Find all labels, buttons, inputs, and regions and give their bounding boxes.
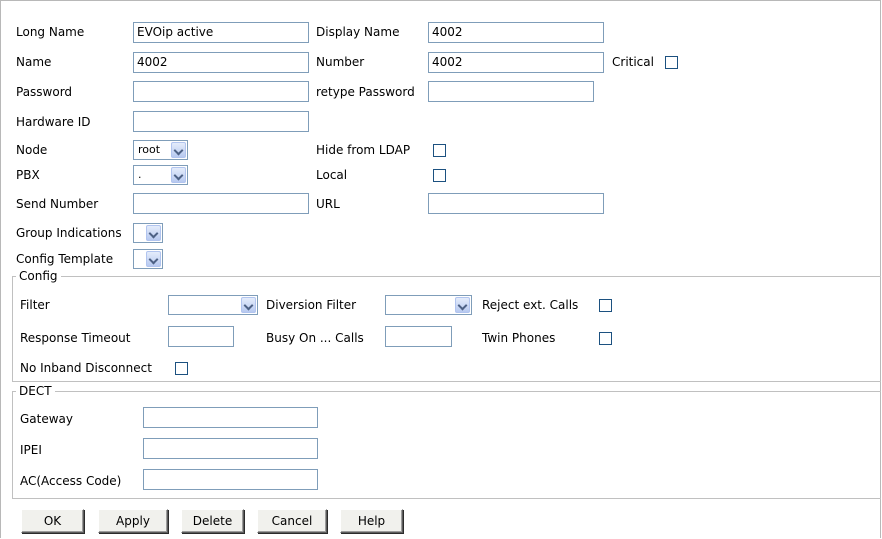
long-name-label: Long Name <box>16 25 85 39</box>
apply-button[interactable]: Apply <box>98 509 168 533</box>
url-input[interactable] <box>428 193 604 214</box>
response-timeout-label: Response Timeout <box>20 331 131 345</box>
chevron-down-icon[interactable] <box>171 167 186 183</box>
help-button[interactable]: Help <box>340 509 403 533</box>
url-label: URL <box>316 197 340 211</box>
pbx-label: PBX <box>16 168 40 182</box>
config-legend: Config <box>16 269 61 283</box>
filter-select[interactable] <box>168 295 258 315</box>
busy-on-calls-label: Busy On ... Calls <box>266 331 364 345</box>
chevron-down-icon[interactable] <box>171 142 186 158</box>
chevron-down-icon[interactable] <box>241 297 256 313</box>
user-properties-form: Long Name EVOip active Display Name 4002… <box>0 0 881 538</box>
gateway-input[interactable] <box>143 407 318 428</box>
password-label: Password <box>16 85 73 99</box>
reject-ext-calls-label: Reject ext. Calls <box>482 298 579 312</box>
critical-label: Critical <box>612 55 654 69</box>
ipei-input[interactable] <box>143 438 318 459</box>
diversion-filter-select[interactable] <box>385 295 472 315</box>
config-template-select[interactable] <box>133 249 163 269</box>
diversion-filter-label: Diversion Filter <box>266 298 357 312</box>
node-select-value: root <box>138 143 161 156</box>
chevron-down-icon[interactable] <box>146 225 161 241</box>
display-name-label: Display Name <box>316 25 400 39</box>
hardware-id-label: Hardware ID <box>16 115 91 129</box>
name-input[interactable]: 4002 <box>133 52 309 73</box>
send-number-input[interactable] <box>133 193 309 214</box>
hardware-id-input[interactable] <box>133 111 309 132</box>
name-label: Name <box>16 55 52 69</box>
twin-phones-checkbox[interactable] <box>599 332 612 345</box>
display-name-input[interactable]: 4002 <box>428 22 604 43</box>
node-label: Node <box>16 143 48 157</box>
group-indications-label: Group Indications <box>16 226 122 240</box>
group-indications-select[interactable] <box>133 223 163 243</box>
pbx-select[interactable]: . <box>133 165 188 185</box>
ok-button[interactable]: OK <box>21 509 84 533</box>
node-select[interactable]: root <box>133 140 188 160</box>
dect-legend: DECT <box>16 384 55 398</box>
chevron-down-icon[interactable] <box>455 297 470 313</box>
password-input[interactable] <box>133 81 309 102</box>
config-template-label: Config Template <box>16 252 114 266</box>
response-timeout-input[interactable] <box>168 326 234 347</box>
access-code-input[interactable] <box>143 469 318 490</box>
delete-button[interactable]: Delete <box>181 509 244 533</box>
reject-ext-calls-checkbox[interactable] <box>599 299 612 312</box>
busy-on-calls-input[interactable] <box>385 326 452 347</box>
twin-phones-label: Twin Phones <box>482 331 556 345</box>
number-label: Number <box>316 55 365 69</box>
hide-from-ldap-checkbox[interactable] <box>433 144 446 157</box>
local-label: Local <box>316 168 348 182</box>
hide-from-ldap-label: Hide from LDAP <box>316 143 411 157</box>
access-code-label: AC(Access Code) <box>20 474 122 488</box>
retype-password-input[interactable] <box>428 81 594 102</box>
local-checkbox[interactable] <box>433 169 446 182</box>
number-input[interactable]: 4002 <box>428 52 604 73</box>
send-number-label: Send Number <box>16 197 99 211</box>
ipei-label: IPEI <box>20 443 42 457</box>
filter-label: Filter <box>20 298 50 312</box>
gateway-label: Gateway <box>20 412 74 426</box>
no-inband-disconnect-label: No Inband Disconnect <box>20 361 152 375</box>
retype-password-label: retype Password <box>316 85 415 99</box>
chevron-down-icon[interactable] <box>146 251 161 267</box>
pbx-select-value: . <box>138 168 142 181</box>
critical-checkbox[interactable] <box>665 56 678 69</box>
no-inband-disconnect-checkbox[interactable] <box>175 362 188 375</box>
cancel-button[interactable]: Cancel <box>257 509 327 533</box>
long-name-input[interactable]: EVOip active <box>133 22 309 43</box>
